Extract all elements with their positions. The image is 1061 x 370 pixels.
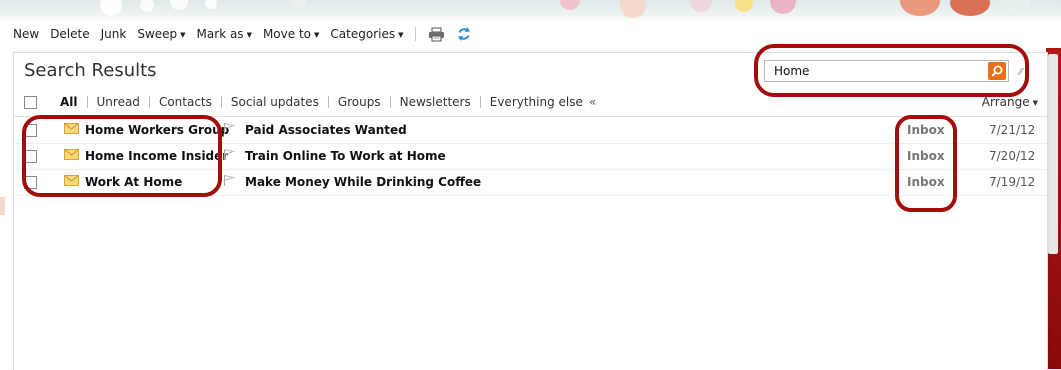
message-folder: Inbox — [907, 123, 945, 137]
select-all-checkbox[interactable] — [24, 95, 37, 109]
message-list: Home Workers Group Paid Associates Wante… — [14, 118, 1047, 196]
unread-envelope-icon — [64, 175, 79, 189]
filter-divider — [389, 96, 391, 108]
move-to-label: Move to — [262, 27, 311, 41]
message-date: 7/21/12 — [989, 123, 1036, 137]
filter-divider — [148, 96, 150, 108]
message-subject: Train Online To Work at Home — [245, 149, 446, 163]
sweep-label: Sweep — [137, 27, 178, 41]
caret-down-icon: ▼ — [180, 30, 186, 39]
caret-down-icon: ▼ — [314, 30, 320, 39]
caret-down-icon: ▼ — [398, 30, 404, 39]
filter-social-updates[interactable]: Social updates — [231, 95, 319, 109]
message-folder: Inbox — [907, 149, 945, 163]
list-divider — [14, 116, 1047, 117]
flag-icon[interactable] — [223, 148, 236, 164]
printer-icon[interactable] — [428, 27, 445, 42]
move-to-menu[interactable]: Move to ▼ — [263, 27, 319, 41]
mark-as-menu[interactable]: Mark as ▼ — [197, 27, 252, 41]
unread-envelope-icon — [64, 149, 79, 163]
filter-divider — [86, 96, 88, 108]
message-date: 7/19/12 — [989, 175, 1036, 189]
scrollbar-thumb[interactable] — [1048, 54, 1058, 254]
row-checkbox[interactable] — [24, 150, 37, 163]
search-input[interactable] — [765, 61, 988, 81]
new-button[interactable]: New — [13, 27, 39, 41]
filter-unread[interactable]: Unread — [97, 95, 140, 109]
caret-down-icon: ▼ — [1032, 98, 1038, 107]
categories-menu[interactable]: Categories ▼ — [330, 27, 403, 41]
filter-divider — [220, 96, 222, 108]
filter-all[interactable]: All — [60, 95, 78, 109]
row-checkbox[interactable] — [24, 124, 37, 137]
junk-button[interactable]: Junk — [101, 27, 127, 41]
message-date: 7/20/12 — [989, 149, 1036, 163]
message-sender: Work At Home — [85, 175, 183, 189]
row-checkbox[interactable] — [24, 176, 37, 189]
message-row[interactable]: Home Income Insider Train Online To Work… — [14, 144, 1047, 170]
filter-divider — [327, 96, 329, 108]
arrange-menu[interactable]: Arrange ▼ — [982, 95, 1038, 109]
filter-bar: All Unread Contacts Social updates Group… — [14, 92, 1047, 112]
message-row[interactable]: Home Workers Group Paid Associates Wante… — [14, 118, 1047, 144]
search-box[interactable] — [764, 60, 1009, 82]
search-results-panel: Search Results ⁄⁄ All Unread Contacts So… — [13, 52, 1048, 370]
flag-icon[interactable] — [223, 122, 236, 138]
flag-icon[interactable] — [223, 174, 236, 190]
toolbar-divider — [415, 27, 417, 41]
filter-newsletters[interactable]: Newsletters — [400, 95, 471, 109]
arrange-label: Arrange — [981, 95, 1030, 109]
resize-handle-icon[interactable]: ⁄⁄ — [1019, 67, 1022, 78]
message-folder: Inbox — [907, 175, 945, 189]
mark-as-label: Mark as — [196, 27, 244, 41]
collapse-filters-button[interactable]: « — [589, 95, 596, 109]
message-sender: Home Income Insider — [85, 149, 229, 163]
header-banner — [0, 0, 1061, 22]
left-edge-decoration — [0, 197, 5, 215]
filter-everything-else[interactable]: Everything else — [490, 95, 583, 109]
page-title: Search Results — [24, 60, 157, 81]
filter-groups[interactable]: Groups — [338, 95, 381, 109]
command-toolbar: New Delete Junk Sweep ▼ Mark as ▼ Move to ▼… — [13, 26, 483, 42]
vertical-scrollbar[interactable] — [1046, 48, 1061, 369]
filter-divider — [479, 96, 481, 108]
categories-label: Categories — [330, 27, 396, 41]
filter-contacts[interactable]: Contacts — [159, 95, 212, 109]
caret-down-icon: ▼ — [246, 30, 252, 39]
message-subject: Make Money While Drinking Coffee — [245, 175, 482, 189]
unread-envelope-icon — [64, 123, 79, 137]
delete-button[interactable]: Delete — [50, 27, 89, 41]
sweep-menu[interactable]: Sweep ▼ — [137, 27, 185, 41]
search-icon[interactable] — [988, 62, 1006, 80]
message-row[interactable]: Work At Home Make Money While Drinking C… — [14, 170, 1047, 196]
message-sender: Home Workers Group — [85, 123, 230, 137]
refresh-icon[interactable] — [457, 26, 471, 42]
message-subject: Paid Associates Wanted — [245, 123, 407, 137]
